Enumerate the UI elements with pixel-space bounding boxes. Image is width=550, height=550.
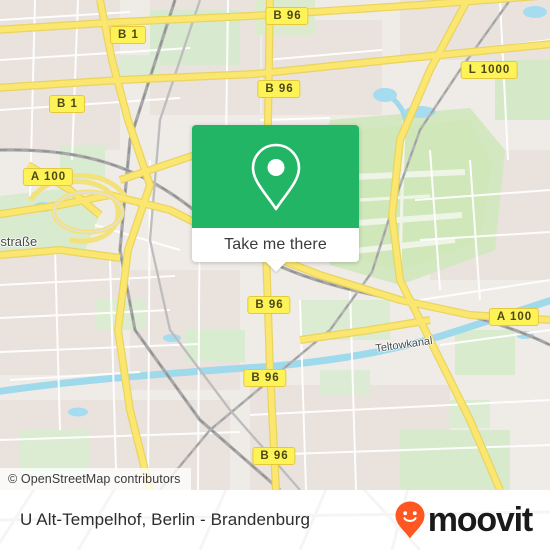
moovit-smiley-pin-icon xyxy=(395,501,425,539)
callout-tail-pointer xyxy=(264,261,287,272)
moovit-logo[interactable]: moovit xyxy=(394,500,533,540)
moovit-station-map-card: © OpenStreetMap contributors B 1 B 96 B 96… xyxy=(0,0,550,550)
map-attribution[interactable]: © OpenStreetMap contributors xyxy=(0,468,191,490)
callout-action-panel[interactable]: Take me there xyxy=(192,228,359,272)
footer-bar: U Alt-Tempelhof, Berlin - Brandenburg mo… xyxy=(0,490,550,550)
road-shield-label: B 96 xyxy=(257,80,301,98)
road-shield-label: A 100 xyxy=(22,168,74,186)
road-shield-label: B 1 xyxy=(110,26,146,44)
take-me-there-label: Take me there xyxy=(224,236,327,253)
station-callout-card[interactable]: Take me there xyxy=(192,125,359,272)
road-shield-label: B 1 xyxy=(49,95,85,113)
station-title: U Alt-Tempelhof, Berlin - Brandenburg xyxy=(20,510,311,529)
street-label: rstraße xyxy=(0,234,38,249)
moovit-wordmark: moovit xyxy=(427,501,533,539)
road-shield-label: B 96 xyxy=(243,369,287,387)
road-shield-label: L 1000 xyxy=(460,61,518,79)
road-shield-label: B 96 xyxy=(247,296,291,314)
map-pin-icon xyxy=(251,143,300,210)
road-shield-label: B 96 xyxy=(252,447,296,465)
road-shield-label: A 100 xyxy=(488,308,540,326)
road-shield-label: B 96 xyxy=(265,7,309,25)
callout-icon-panel xyxy=(192,125,359,228)
attribution-text: © OpenStreetMap contributors xyxy=(8,472,181,486)
